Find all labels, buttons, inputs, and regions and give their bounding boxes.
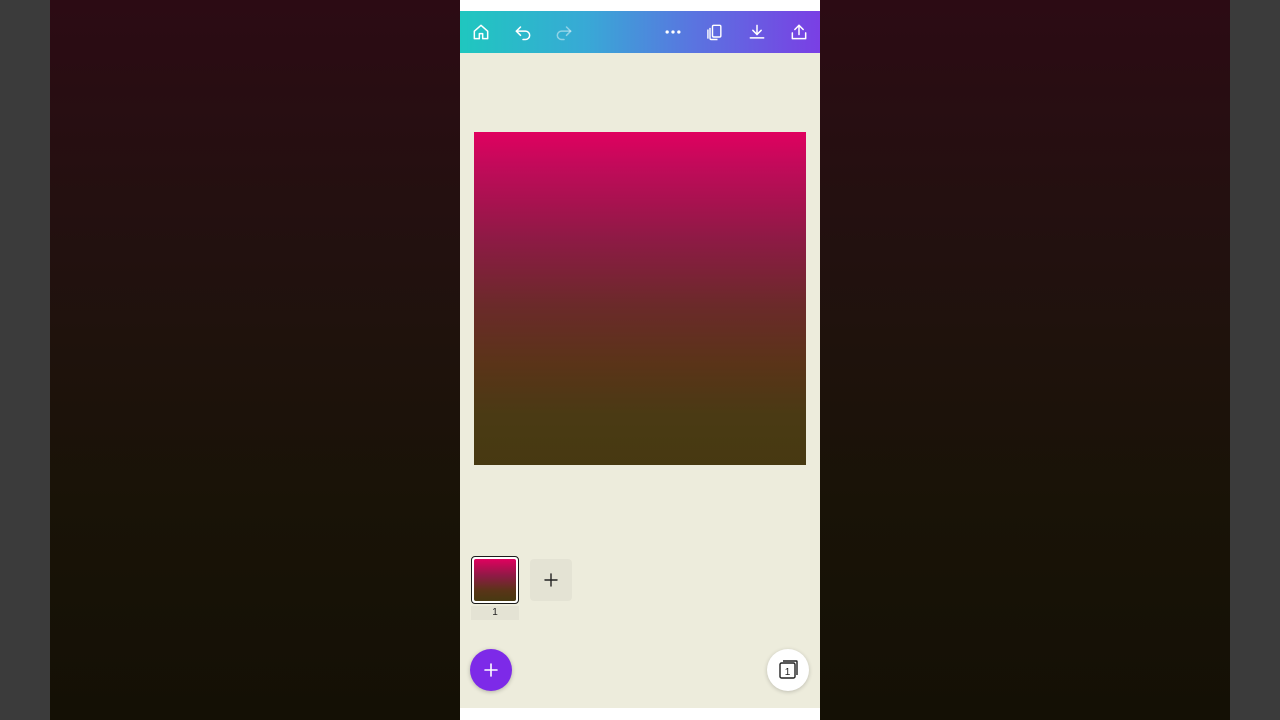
more-button[interactable] bbox=[657, 16, 689, 48]
plus-icon bbox=[544, 573, 558, 587]
plus-icon bbox=[484, 663, 498, 677]
undo-icon bbox=[515, 26, 531, 41]
home-button[interactable] bbox=[465, 16, 497, 48]
download-icon bbox=[749, 24, 765, 39]
page-number-label: 1 bbox=[471, 606, 519, 620]
redo-icon bbox=[556, 26, 572, 41]
status-bar bbox=[460, 0, 820, 11]
undo-button[interactable] bbox=[507, 16, 539, 48]
add-element-button[interactable] bbox=[470, 649, 512, 691]
share-icon bbox=[791, 24, 807, 40]
page-count-text: 1 bbox=[785, 667, 791, 678]
home-icon bbox=[473, 24, 489, 40]
more-icon bbox=[665, 30, 681, 34]
page-thumbnail[interactable] bbox=[471, 556, 519, 604]
page-count-icon: 1 bbox=[779, 660, 798, 679]
redo-button[interactable] bbox=[548, 16, 580, 48]
blurred-background-left bbox=[50, 0, 460, 720]
phone-screen: 1 1 bbox=[460, 0, 820, 720]
download-button[interactable] bbox=[741, 16, 773, 48]
blurred-background-right bbox=[820, 0, 1230, 720]
editor-toolbar bbox=[460, 11, 820, 53]
page-thumbnail-preview bbox=[474, 559, 516, 601]
right-edge bbox=[1230, 0, 1280, 720]
add-page-button[interactable] bbox=[530, 559, 572, 601]
share-button[interactable] bbox=[783, 16, 815, 48]
design-canvas-page[interactable] bbox=[474, 132, 806, 465]
left-edge bbox=[0, 0, 50, 720]
navigation-bar bbox=[460, 708, 820, 720]
pages-overview-button[interactable]: 1 bbox=[767, 649, 809, 691]
duplicate-icon bbox=[707, 24, 722, 41]
duplicate-button[interactable] bbox=[699, 16, 731, 48]
